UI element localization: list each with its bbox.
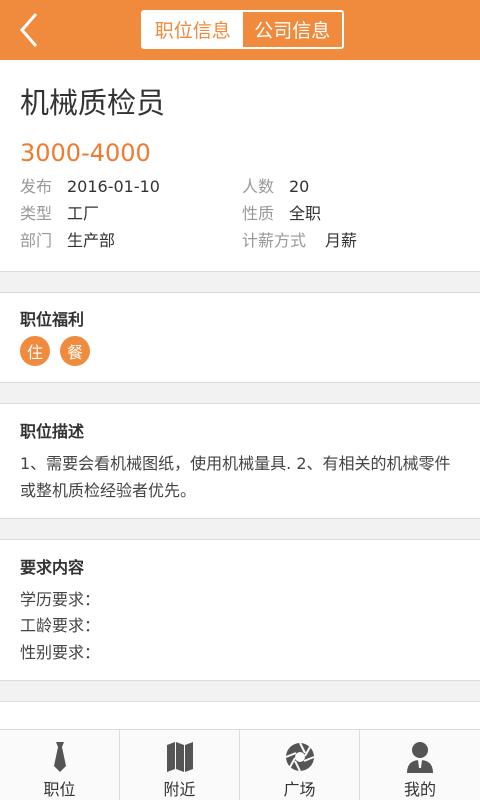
- chevron-left-icon: [20, 13, 38, 47]
- map-icon: [167, 742, 193, 772]
- pay-method-row: 计薪方式 月薪: [242, 230, 357, 252]
- nature-label: 性质: [242, 204, 275, 223]
- pay-method-label: 计薪方式: [242, 231, 307, 250]
- benefit-badge-meals: 餐: [60, 336, 90, 366]
- section-gap: [0, 272, 480, 292]
- description-text: 1、需要会看机械图纸，使用机械量具. 2、有相关的机械零件或整机质检经验者优先。: [20, 454, 451, 500]
- department-row: 部门 生产部: [20, 230, 115, 252]
- back-button[interactable]: [10, 10, 50, 50]
- tab-nearby[interactable]: 附近: [120, 730, 240, 800]
- headcount-value: 20: [289, 177, 310, 196]
- benefits-title: 职位福利: [20, 310, 85, 329]
- tab-nearby-label: 附近: [163, 780, 196, 799]
- publish-value: 2016-01-10: [67, 177, 160, 196]
- top-navbar: 职位信息 公司信息: [0, 0, 480, 60]
- education-requirement: 学历要求：: [20, 590, 101, 609]
- tab-plaza-label: 广场: [283, 780, 316, 799]
- nature-row: 性质 全职: [242, 203, 321, 225]
- department-label: 部门: [20, 231, 53, 250]
- divider: [0, 701, 480, 702]
- publish-date-row: 发布 2016-01-10: [20, 176, 160, 198]
- type-row: 类型 工厂: [20, 203, 99, 225]
- section-gap: [0, 519, 480, 539]
- tie-icon: [54, 742, 66, 772]
- type-label: 类型: [20, 204, 53, 223]
- headcount-row: 人数 20: [242, 176, 309, 198]
- type-value: 工厂: [67, 204, 100, 223]
- divider: [0, 539, 480, 540]
- info-segmented-control: 职位信息 公司信息: [141, 10, 344, 49]
- aperture-icon: [285, 742, 315, 772]
- section-gap: [0, 681, 480, 701]
- tab-plaza[interactable]: 广场: [240, 730, 360, 800]
- description-title: 职位描述: [20, 422, 85, 441]
- tab-job-info[interactable]: 职位信息: [143, 12, 243, 47]
- experience-requirement: 工龄要求：: [20, 616, 101, 635]
- gender-requirement: 性别要求：: [20, 643, 101, 662]
- pay-method-value: 月薪: [325, 231, 358, 250]
- user-icon: [407, 742, 433, 773]
- salary-range: 3000-4000: [20, 139, 151, 167]
- tab-mine[interactable]: 我的: [360, 730, 480, 800]
- nature-value: 全职: [289, 204, 322, 223]
- department-value: 生产部: [67, 231, 116, 250]
- requirements-title: 要求内容: [20, 558, 85, 577]
- tab-jobs-label: 职位: [43, 780, 76, 799]
- tab-company-info[interactable]: 公司信息: [242, 12, 342, 47]
- section-gap: [0, 383, 480, 403]
- publish-label: 发布: [20, 177, 53, 196]
- benefit-badge-housing: 住: [20, 336, 50, 366]
- divider: [0, 292, 480, 293]
- job-title: 机械质检员: [20, 86, 166, 120]
- headcount-label: 人数: [242, 177, 275, 196]
- tab-mine-label: 我的: [403, 780, 436, 799]
- divider: [0, 403, 480, 404]
- tab-jobs[interactable]: 职位: [0, 730, 120, 800]
- bottom-tab-bar: 职位 附近 广场 我的: [0, 729, 480, 800]
